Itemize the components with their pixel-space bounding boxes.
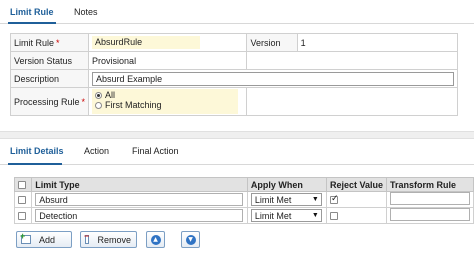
apply-when-select[interactable]: Limit Met ▼	[250, 209, 322, 222]
limit-rule-value-cell: AbsurdRule	[88, 33, 248, 52]
transform-rule-field[interactable]	[389, 208, 470, 221]
top-tab-bar: Limit Rule Notes	[0, 0, 474, 24]
version-status-label: Version Status	[9, 51, 90, 70]
circle-arrow-down-icon: ▼	[185, 234, 196, 245]
table-row[interactable]: Absurd Limit Met ▼	[13, 191, 474, 208]
circle-arrow-up-icon: ▲	[150, 234, 161, 245]
limit-rule-form: Limit Rule * AbsurdRule Version 1 Version…	[9, 33, 459, 116]
processing-rule-options-cell: All First Matching	[88, 87, 248, 116]
apply-when-cell: Limit Met ▼	[246, 207, 327, 224]
select-all-header	[13, 177, 33, 192]
transform-rule-cell	[385, 191, 474, 208]
col-header-apply-when: Apply When	[246, 177, 327, 192]
empty-cell	[246, 51, 459, 70]
limit-rule-label-cell: Limit Rule *	[9, 33, 90, 52]
version-status-value: Provisional	[88, 51, 248, 70]
add-button[interactable]: Add	[16, 231, 72, 248]
processing-rule-label: Processing Rule	[14, 96, 80, 107]
tab-final-action[interactable]: Final Action	[132, 146, 179, 156]
dropdown-arrow-icon: ▼	[311, 196, 319, 203]
row-select-cell	[13, 207, 33, 224]
move-up-button[interactable]: ▲	[146, 231, 165, 248]
tab-limit-details[interactable]: Limit Details	[10, 146, 64, 156]
limit-type-field[interactable]: Absurd	[35, 193, 244, 206]
limit-type-cell: Detection	[31, 207, 248, 224]
remove-button[interactable]: Remove	[80, 231, 137, 248]
remove-row-icon	[84, 231, 90, 244]
version-value: 1	[296, 33, 459, 52]
active-tab-indicator	[8, 22, 56, 24]
add-row-icon	[20, 231, 31, 244]
reject-value-checkbox[interactable]	[329, 212, 338, 221]
description-label: Description	[9, 69, 90, 88]
apply-when-value: Limit Met	[254, 210, 292, 221]
dropdown-arrow-icon: ▼	[311, 212, 319, 219]
radio-first-matching-label: First Matching	[105, 99, 162, 110]
row-select-cell	[13, 191, 33, 208]
col-header-reject-value: Reject Value	[325, 177, 387, 192]
section-separator	[0, 131, 474, 139]
version-label: Version	[246, 33, 298, 52]
transform-rule-cell	[385, 207, 474, 224]
reject-value-cell	[325, 191, 387, 208]
limit-rule-field[interactable]: AbsurdRule	[92, 36, 201, 49]
radio-all[interactable]	[95, 91, 103, 99]
limit-type-field[interactable]: Detection	[35, 209, 244, 222]
apply-when-value: Limit Met	[254, 194, 292, 205]
radio-option-first-matching[interactable]: First Matching	[95, 100, 238, 110]
tab-action[interactable]: Action	[84, 146, 109, 156]
tab-notes[interactable]: Notes	[74, 7, 98, 17]
remove-button-label: Remove	[97, 234, 131, 245]
row-checkbox[interactable]	[18, 212, 26, 221]
col-header-transform-rule: Transform Rule	[385, 177, 474, 192]
limit-rule-label: Limit Rule	[14, 37, 55, 48]
processing-rule-radio-group: All First Matching	[92, 89, 239, 114]
required-marker: *	[81, 96, 86, 107]
move-down-button[interactable]: ▼	[181, 231, 200, 248]
limit-details-grid: Limit Type Apply When Reject Value Trans…	[13, 177, 474, 224]
table-row[interactable]: Detection Limit Met ▼	[13, 207, 474, 224]
reject-value-cell	[325, 207, 387, 224]
tab-limit-rule[interactable]: Limit Rule	[10, 7, 54, 17]
detail-tab-bar: Limit Details Action Final Action	[0, 139, 474, 165]
add-button-label: Add	[39, 234, 56, 245]
radio-first-matching[interactable]	[95, 101, 103, 109]
description-field[interactable]: Absurd Example	[92, 71, 455, 86]
limit-type-cell: Absurd	[31, 191, 248, 208]
select-all-checkbox[interactable]	[18, 181, 26, 190]
active-tab-indicator	[8, 163, 62, 165]
description-value-cell: Absurd Example	[88, 69, 459, 88]
processing-rule-label-cell: Processing Rule *	[9, 87, 90, 116]
reject-value-checkbox[interactable]	[329, 194, 339, 205]
row-checkbox[interactable]	[18, 196, 26, 205]
apply-when-cell: Limit Met ▼	[246, 191, 327, 208]
required-marker: *	[56, 37, 60, 48]
apply-when-select[interactable]: Limit Met ▼	[250, 193, 322, 206]
empty-cell	[246, 87, 459, 116]
col-header-limit-type: Limit Type	[31, 177, 248, 192]
grid-header-row: Limit Type Apply When Reject Value Trans…	[13, 177, 474, 192]
transform-rule-field[interactable]	[389, 192, 470, 205]
